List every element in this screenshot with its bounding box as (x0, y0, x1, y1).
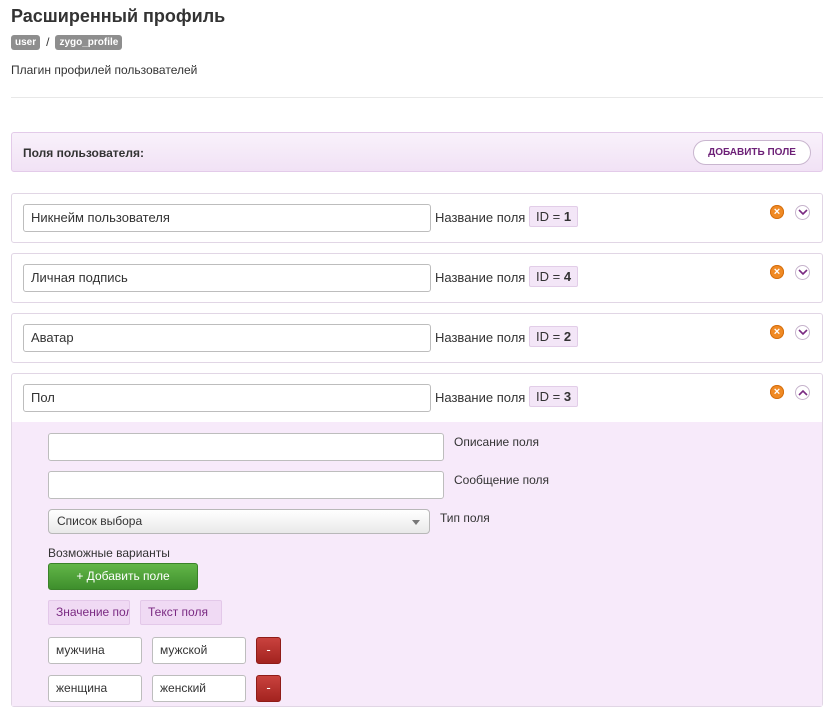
option-value-input[interactable]: женщина (48, 675, 142, 702)
field-id-value: 1 (563, 209, 572, 224)
remove-option-button[interactable]: - (256, 637, 281, 664)
add-option-button[interactable]: + Добавить поле (48, 563, 198, 590)
field-row: Личная подпись Название поля ID = 4 × (11, 253, 823, 303)
field-description-input[interactable] (48, 433, 444, 461)
field-name-input[interactable]: Никнейм пользователя (23, 204, 431, 232)
column-header-value: Значение поля (48, 600, 130, 625)
field-id-label: ID = (536, 209, 561, 224)
field-settings-panel: Описание поля Сообщение поля Список выбо… (12, 422, 822, 706)
fields-header-label: Поля пользователя: (23, 146, 144, 160)
delete-icon[interactable]: × (770, 385, 784, 399)
breadcrumb-tag-user[interactable]: user (11, 34, 41, 50)
chevron-up-icon[interactable] (795, 385, 810, 400)
option-text-input[interactable]: мужской (152, 637, 246, 664)
field-id-value: 2 (563, 329, 572, 344)
breadcrumb-tag-plugin[interactable]: zygo_profile (55, 34, 123, 50)
field-id-value: 4 (563, 269, 572, 284)
field-id-badge: ID = 1 (529, 206, 579, 227)
field-type-label: Тип поля (440, 511, 490, 525)
options-label: Возможные варианты (48, 546, 170, 560)
field-type-select[interactable]: Список выбора (48, 509, 430, 534)
field-row-expanded: Пол Название поля ID = 3 × Описание поля… (11, 373, 823, 707)
fields-header: Поля пользователя: ДОБАВИТЬ ПОЛЕ (11, 132, 823, 172)
field-name-label: Название поля (435, 390, 526, 405)
field-id-label: ID = (536, 389, 561, 404)
field-message-label: Сообщение поля (454, 473, 550, 487)
chevron-down-icon[interactable] (795, 205, 810, 220)
add-field-button[interactable]: ДОБАВИТЬ ПОЛЕ (693, 140, 811, 165)
field-name-label: Название поля (435, 270, 526, 285)
field-name-input[interactable]: Личная подпись (23, 264, 431, 292)
field-type-selected: Список выбора (57, 514, 143, 528)
option-text-input[interactable]: женский (152, 675, 246, 702)
breadcrumb: user / zygo_profile (11, 34, 123, 50)
caret-down-icon (412, 520, 420, 525)
page: Расширенный профиль user / zygo_profile … (0, 0, 837, 707)
field-message-input[interactable] (48, 471, 444, 499)
field-description-label: Описание поля (454, 435, 539, 449)
field-name-input[interactable]: Пол (23, 384, 431, 412)
page-subtitle: Плагин профилей пользователей (11, 63, 198, 77)
column-header-text: Текст поля (140, 600, 222, 625)
option-value-input[interactable]: мужчина (48, 637, 142, 664)
field-id-label: ID = (536, 329, 561, 344)
chevron-down-icon[interactable] (795, 265, 810, 280)
field-id-badge: ID = 4 (529, 266, 579, 287)
remove-option-button[interactable]: - (256, 675, 281, 702)
page-title: Расширенный профиль (11, 6, 226, 26)
delete-icon[interactable]: × (770, 265, 784, 279)
field-row: Аватар Название поля ID = 2 × (11, 313, 823, 363)
breadcrumb-separator: / (46, 35, 50, 49)
field-id-badge: ID = 3 (529, 386, 579, 407)
field-name-label: Название поля (435, 330, 526, 345)
field-id-value: 3 (563, 389, 572, 404)
divider (11, 97, 823, 98)
field-name-input[interactable]: Аватар (23, 324, 431, 352)
delete-icon[interactable]: × (770, 205, 784, 219)
field-id-badge: ID = 2 (529, 326, 579, 347)
field-name-label: Название поля (435, 210, 526, 225)
field-row: Никнейм пользователя Название поля ID = … (11, 193, 823, 243)
chevron-down-icon[interactable] (795, 325, 810, 340)
field-id-label: ID = (536, 269, 561, 284)
delete-icon[interactable]: × (770, 325, 784, 339)
